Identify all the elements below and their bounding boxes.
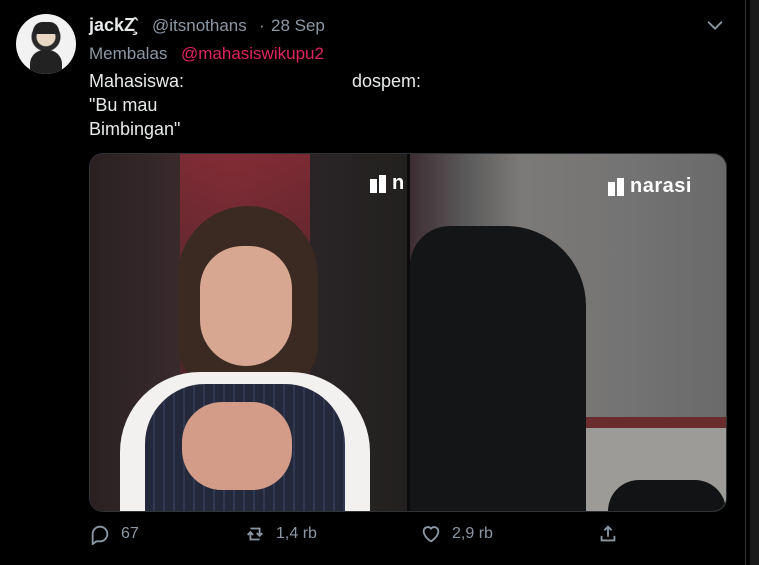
reply-prefix: Membalas <box>89 44 168 63</box>
tweet-line-bimbingan: Bimbingan" <box>89 119 181 139</box>
like-icon <box>422 526 440 543</box>
media-panel-left[interactable]: n <box>90 154 407 511</box>
reply-button[interactable]: 67 <box>89 523 139 545</box>
avatar-hat <box>33 22 59 34</box>
person-hands <box>182 402 292 490</box>
meta-separator: · <box>259 16 265 35</box>
tweet-line-bu-mau: "Bu mau <box>89 95 158 115</box>
tweet-line-dospem: dospem: <box>352 71 422 91</box>
tweet-line-mahasiswa: Mahasiswa: <box>89 71 185 91</box>
author-handle[interactable]: @itsnothans <box>152 16 247 36</box>
avatar-body <box>30 50 62 74</box>
share-icon <box>600 525 616 542</box>
reply-count: 67 <box>121 525 139 542</box>
tweet-date[interactable]: 28 Sep <box>271 16 325 36</box>
empty-chair <box>410 226 586 511</box>
tweet-media[interactable]: n narasi <box>89 153 727 512</box>
share-button[interactable] <box>597 523 619 545</box>
narasi-logo-right: narasi <box>608 175 692 198</box>
frame-right-border <box>745 0 746 565</box>
reply-to-link[interactable]: @mahasiswikupu2 <box>181 44 324 64</box>
person-face <box>200 246 292 366</box>
retweet-icon <box>247 527 263 541</box>
narasi-logo-text-right: narasi <box>630 175 692 197</box>
narasi-logo-mark <box>370 174 388 193</box>
reply-icon <box>91 525 109 545</box>
chevron-down-icon[interactable] <box>704 14 726 36</box>
chair-back <box>608 480 726 511</box>
narasi-logo-text-left: n <box>392 172 405 194</box>
author-name[interactable]: jackΖ̧̂ <box>89 15 135 36</box>
retweet-count: 1,4 rb <box>276 525 317 542</box>
frame-right-scrollbar[interactable] <box>750 0 759 565</box>
retweet-button[interactable]: 1,4 rb <box>244 523 317 545</box>
narasi-logo-left: n <box>370 172 405 195</box>
avatar[interactable] <box>16 14 76 74</box>
like-count: 2,9 rb <box>452 525 493 542</box>
narasi-logo-mark-right <box>608 177 626 196</box>
media-panel-right[interactable]: narasi <box>410 154 726 511</box>
like-button[interactable]: 2,9 rb <box>420 523 493 545</box>
